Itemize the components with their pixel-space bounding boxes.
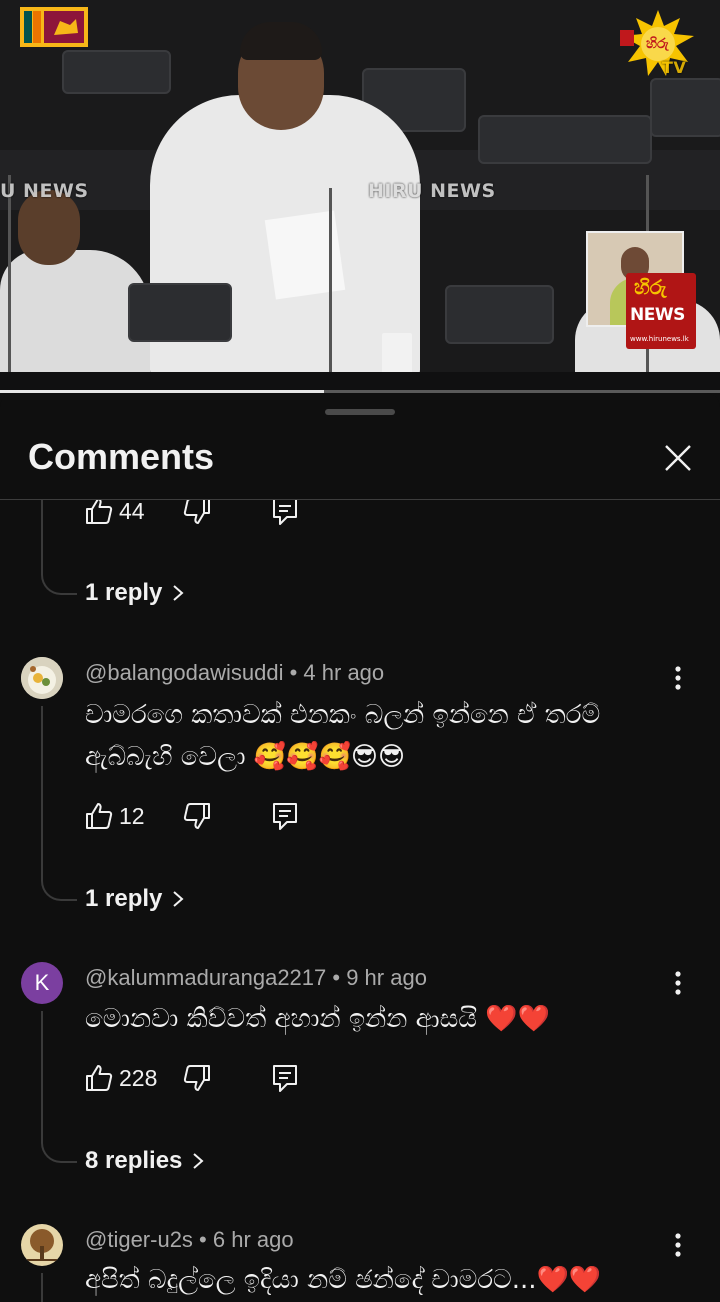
thread-curve [41, 1141, 77, 1163]
comment-time: 9 hr ago [346, 965, 427, 990]
comment-time: 4 hr ago [303, 660, 385, 685]
replies-label: 8 replies [85, 1147, 183, 1174]
food-avatar-icon [21, 657, 63, 699]
more-vert-icon[interactable] [666, 664, 690, 694]
microphone-box [128, 283, 232, 342]
comment-meta: @kalummaduranga2217 • 9 hr ago [85, 965, 427, 991]
comment-author[interactable]: @balangodawisuddi [85, 660, 283, 685]
paper [264, 210, 346, 300]
speaker-hair [240, 22, 322, 60]
like-count: 12 [119, 803, 145, 829]
replies-button[interactable]: 1 reply [85, 579, 184, 607]
microphone [8, 175, 11, 375]
watermark-center: HIRU NEWS [368, 180, 496, 202]
thumbs-up-icon[interactable] [84, 1063, 114, 1093]
chair [62, 50, 171, 94]
comment-text: මොනවා කිව්වත් අහාන් ඉන්න ආසයි ❤️❤️ [85, 1004, 550, 1034]
chevron-right-icon [193, 1153, 204, 1169]
replies-label: 1 reply [85, 579, 163, 606]
comment-author[interactable]: @kalummaduranga2217 [85, 965, 326, 990]
sri-lanka-flag-icon [20, 7, 88, 47]
thumbs-up-icon[interactable] [84, 500, 114, 526]
comment-time: 6 hr ago [212, 1227, 294, 1252]
thread-line [41, 500, 43, 574]
avatar[interactable] [21, 1224, 63, 1266]
thread-curve [41, 573, 77, 595]
thread-line [41, 706, 43, 880]
like-count: 228 [119, 1065, 158, 1091]
thread-curve [41, 879, 77, 901]
avatar[interactable]: K [21, 962, 63, 1004]
comment-text: අපිත් බදුල්ලෙ ඉදියා නම් ඡන්දේ චාමරට...❤️… [85, 1265, 602, 1295]
thumbs-up-icon[interactable] [84, 801, 114, 831]
microphone-box [445, 285, 554, 344]
comments-list[interactable]: 44 1 reply @balangodawisuddi • 4 hr ago [0, 500, 720, 1302]
tree-avatar-icon [21, 1224, 63, 1266]
logo-tv-text: TV [662, 58, 687, 77]
comment-meta: @balangodawisuddi • 4 hr ago [85, 660, 384, 686]
avatar[interactable] [21, 657, 63, 699]
comments-title: Comments [28, 436, 215, 477]
reply-icon[interactable] [270, 500, 300, 526]
comment-author[interactable]: @tiger-u2s [85, 1227, 193, 1252]
svg-text:හිරු: හිරු [646, 36, 670, 52]
chair [650, 78, 720, 137]
chevron-right-icon [173, 891, 184, 907]
header-divider [0, 499, 720, 500]
thread-line [41, 1273, 43, 1302]
meta-separator: • [283, 660, 304, 685]
like-count: 44 [119, 500, 145, 524]
avatar-letter: K [34, 970, 50, 995]
news-badge-text: NEWS [630, 305, 685, 325]
hiru-badge-text: හිරු [634, 275, 667, 299]
cup [382, 333, 412, 377]
chair [478, 115, 652, 164]
more-vert-icon[interactable] [666, 969, 690, 999]
badge-url-text: www.hirunews.lk [630, 335, 689, 343]
watermark-left: U NEWS [0, 180, 89, 202]
thumbs-down-icon[interactable] [182, 801, 212, 831]
comment-meta: @tiger-u2s • 6 hr ago [85, 1227, 294, 1253]
drag-handle[interactable] [325, 409, 395, 415]
more-vert-icon[interactable] [666, 1231, 690, 1261]
thread-line [41, 1011, 43, 1142]
hiru-news-badge: හිරු NEWS www.hirunews.lk [626, 273, 696, 349]
chevron-right-icon [173, 585, 184, 601]
thumbs-down-icon[interactable] [182, 500, 212, 526]
replies-label: 1 reply [85, 885, 163, 912]
replies-button[interactable]: 1 reply [85, 885, 184, 913]
comment-text: චාමරගෙ කතාවක් එනකං බලන් ඉන්නෙ ඒ තරම් ඇබ්… [85, 700, 601, 772]
reply-icon[interactable] [270, 801, 300, 831]
thumbs-down-icon[interactable] [182, 1063, 212, 1093]
close-icon[interactable] [660, 440, 696, 476]
reply-icon[interactable] [270, 1063, 300, 1093]
microphone [329, 188, 332, 378]
meta-separator: • [326, 965, 347, 990]
meta-separator: • [192, 1227, 213, 1252]
video-player[interactable]: හිරු TV U NEWS HIRU NEWS හිරු NEWS www.h… [0, 0, 720, 393]
replies-button[interactable]: 8 replies [85, 1147, 204, 1175]
